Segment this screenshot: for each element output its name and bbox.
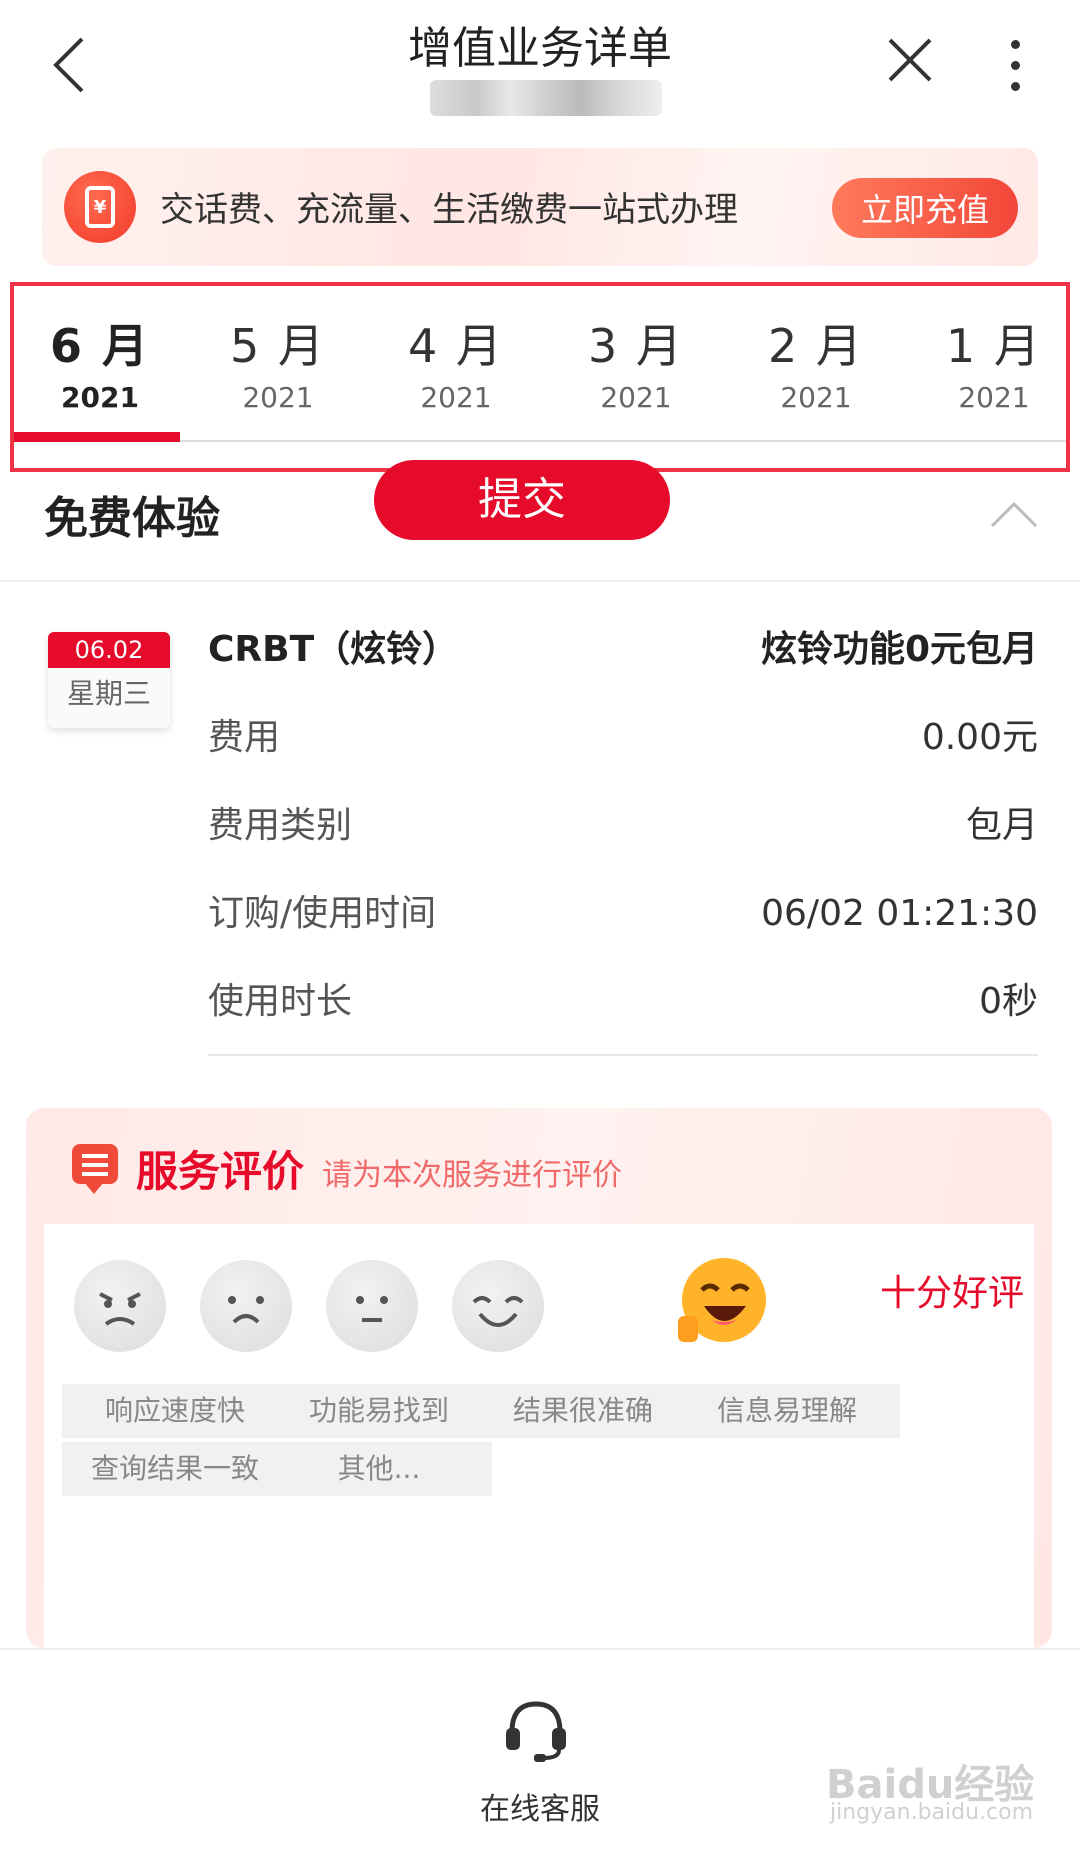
laughing-face-icon <box>678 1258 766 1342</box>
more-options-button[interactable] <box>990 30 1040 100</box>
rating-face-sad[interactable] <box>200 1260 292 1352</box>
rating-tag[interactable]: 查询结果一致 <box>62 1442 288 1496</box>
service-plan: 炫铃功能0元包月 <box>760 629 1038 670</box>
online-service-button[interactable] <box>500 1694 572 1764</box>
section-divider <box>0 580 1080 582</box>
rating-face-angry[interactable] <box>74 1260 166 1352</box>
rating-subtitle: 请为本次服务进行评价 <box>322 1158 622 1193</box>
recharge-promo-banner[interactable]: ¥ 交话费、充流量、生活缴费一站式办理 立即充值 <box>42 148 1038 266</box>
neutral-face-icon <box>356 1296 388 1322</box>
weekday-text: 星期三 <box>66 677 151 710</box>
close-button[interactable] <box>880 30 940 90</box>
dot-icon <box>1010 39 1020 49</box>
rating-tag[interactable]: 信息易理解 <box>674 1384 900 1438</box>
blurred-phone-number <box>430 80 662 116</box>
rating-face-happy[interactable] <box>452 1260 544 1352</box>
rating-tag[interactable]: 响应速度快 <box>62 1384 288 1438</box>
date-text: 06.02 <box>48 632 170 668</box>
rating-tag[interactable]: 功能易找到 <box>266 1384 492 1438</box>
rating-result-label: 十分好评 <box>880 1273 1025 1314</box>
record-row-fee-type: 费用类别 包月 <box>208 805 1038 846</box>
smile-face-icon <box>472 1296 524 1327</box>
rating-title: 服务评价 <box>136 1147 305 1196</box>
chevron-up-icon <box>990 501 1038 528</box>
headset-icon <box>506 1701 566 1762</box>
watermark-url: jingyan.baidu.com <box>830 1800 1034 1825</box>
promo-text: 交话费、充流量、生活缴费一站式办理 <box>160 190 738 230</box>
record-row-time: 订购/使用时间 06/02 01:21:30 <box>208 893 1038 934</box>
dot-icon <box>1010 81 1020 91</box>
highlight-box <box>10 282 1070 472</box>
sad-face-icon <box>228 1296 264 1324</box>
collapse-button[interactable] <box>990 492 1038 532</box>
rating-face-neutral[interactable] <box>326 1260 418 1352</box>
rating-tag[interactable]: 结果很准确 <box>470 1384 696 1438</box>
submit-button[interactable]: 提交 <box>374 460 670 540</box>
close-icon <box>888 38 932 82</box>
header-bar: 增值业务详单 <box>0 0 1080 140</box>
phone-payment-icon: ¥ <box>64 171 136 243</box>
section-title: 免费体验 <box>44 493 220 544</box>
rating-tag[interactable]: 其他... <box>266 1442 492 1496</box>
record-row-fee: 费用 0.00元 <box>208 717 1038 758</box>
record-divider <box>208 1054 1038 1056</box>
angry-face-icon <box>99 1292 141 1326</box>
record-header: CRBT（炫铃） 炫铃功能0元包月 <box>208 620 1038 680</box>
rating-panel: 十分好评 响应速度快 功能易找到 结果很准确 信息易理解 查询结果一致 其他..… <box>44 1224 1034 1648</box>
comment-icon <box>72 1144 118 1194</box>
record-row-duration: 使用时长 0秒 <box>208 981 1038 1022</box>
service-rating-card: 服务评价 请为本次服务进行评价 十分好评 响应速度快 功能易找到 结果很准确 信… <box>26 1108 1052 1648</box>
rating-face-excellent[interactable] <box>674 1254 770 1350</box>
dot-icon <box>1010 60 1020 70</box>
service-name: CRBT（炫铃） <box>208 629 459 670</box>
recharge-now-button[interactable]: 立即充值 <box>832 178 1018 238</box>
date-badge: 06.02 星期三 <box>48 632 170 728</box>
